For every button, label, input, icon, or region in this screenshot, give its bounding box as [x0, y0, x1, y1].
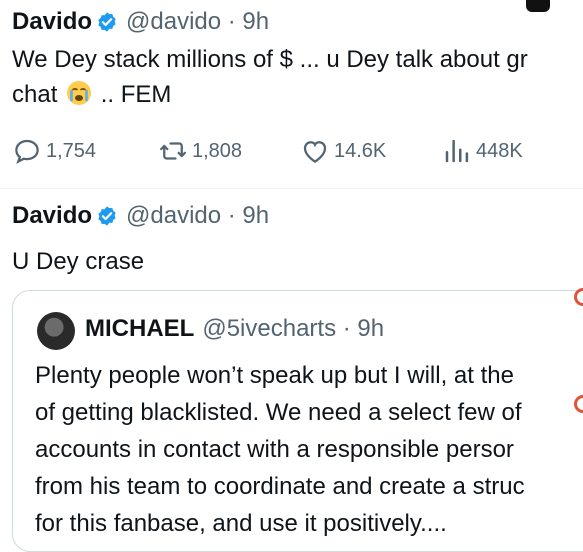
- author-name[interactable]: Davido: [12, 202, 92, 230]
- quoted-author-handle-time: @5ivecharts · 9h: [202, 315, 385, 342]
- views-button[interactable]: 448K: [442, 136, 523, 166]
- author-name[interactable]: Davido: [12, 8, 92, 36]
- tweet[interactable]: Davido @davido · 9h U Dey crase MICHAEL …: [0, 190, 583, 552]
- avatar[interactable]: [37, 312, 75, 350]
- repost-button[interactable]: 1,808: [158, 136, 242, 166]
- tweet[interactable]: Davido @davido · 9h We Dey stack million…: [0, 0, 583, 188]
- tweet-actions: 1,754 1,808 14.6K 448K: [12, 136, 583, 168]
- quoted-text-line: Plenty people won’t speak up but I will,…: [35, 362, 514, 389]
- like-count: 14.6K: [334, 139, 387, 162]
- tweet-divider: [0, 188, 583, 189]
- tweet-header: Davido @davido · 9h: [12, 8, 269, 36]
- quoted-text-line: of getting blacklisted. We need a select…: [35, 399, 522, 426]
- tweet-text-line: We Dey stack millions of $ ... u Dey tal…: [12, 46, 528, 73]
- quoted-author-name: MICHAEL: [85, 315, 195, 342]
- quoted-tweet-header: MICHAEL @5ivecharts · 9h: [85, 315, 384, 343]
- quoted-text-line: accounts in contact with a responsible p…: [35, 436, 514, 463]
- like-button[interactable]: 14.6K: [300, 136, 386, 166]
- author-handle-time[interactable]: @davido · 9h: [126, 202, 269, 230]
- views-count: 448K: [476, 139, 523, 162]
- tweet-text: We Dey stack millions of $ ... u Dey tal…: [12, 42, 528, 112]
- quoted-tweet[interactable]: MICHAEL @5ivecharts · 9h Plenty people w…: [12, 290, 583, 552]
- quoted-text-line: from his team to coordinate and create a…: [35, 473, 525, 500]
- heart-icon: [303, 141, 327, 163]
- verified-badge-icon: [98, 12, 116, 32]
- tweet-text-fragment: .. FEM: [100, 81, 172, 108]
- quoted-text-line: for this fanbase, and use it positively.…: [35, 510, 447, 537]
- tweet-text-fragment: chat: [12, 81, 58, 108]
- reply-icon: [15, 139, 39, 164]
- quoted-tweet-text: Plenty people won’t speak up but I will,…: [35, 357, 525, 542]
- verified-badge-icon: [98, 206, 116, 226]
- tweet-text: U Dey crase: [12, 248, 145, 275]
- views-bar-chart-icon: [445, 139, 469, 163]
- reply-count: 1,754: [46, 139, 97, 162]
- crying-face-icon: [67, 81, 92, 105]
- tweet-text-line: chat .. FEM: [12, 77, 528, 112]
- repost-count: 1,808: [192, 139, 243, 162]
- author-handle-time[interactable]: @davido · 9h: [126, 8, 269, 36]
- reply-button[interactable]: 1,754: [12, 136, 96, 166]
- repost-icon: [160, 142, 186, 160]
- tweet-header: Davido @davido · 9h: [12, 202, 269, 230]
